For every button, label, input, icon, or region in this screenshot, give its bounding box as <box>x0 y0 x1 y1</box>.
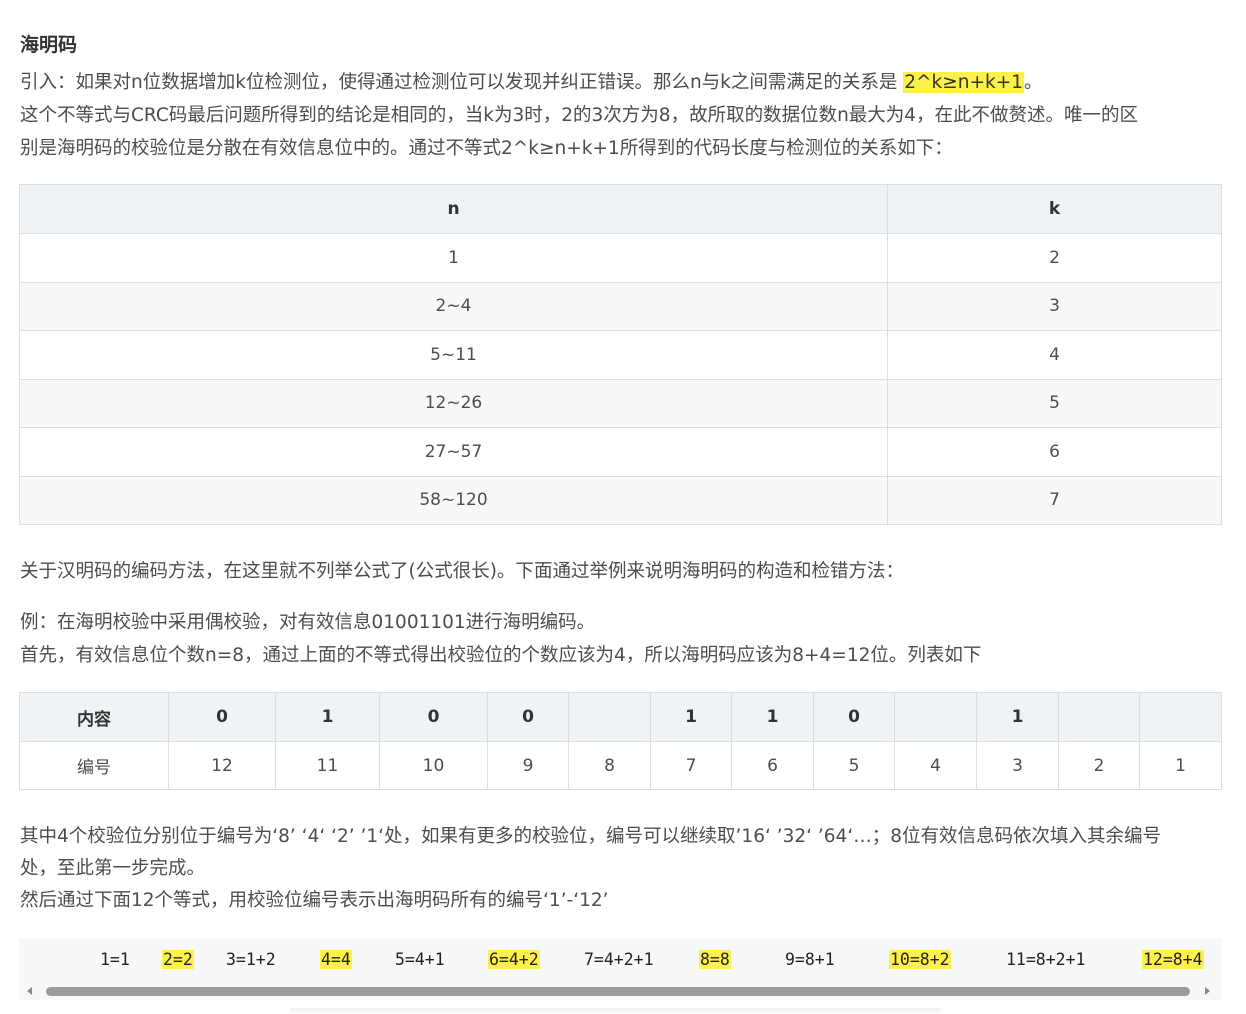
column-header-n: n <box>19 184 888 234</box>
number-cell: 1 <box>1139 741 1222 790</box>
equation-highlighted: 8=8 <box>699 950 731 969</box>
hamming-layout-table: 内容 0 1 0 0 1 1 0 1 编号 12 11 10 9 8 7 6 5… <box>19 692 1222 790</box>
table-header-row: n k <box>19 184 1222 234</box>
intro-suffix: 。 <box>1023 72 1043 93</box>
cell-n: 5~11 <box>19 330 888 380</box>
code-block: 1=1 2=2 3=1+2 4=4 5=4+1 6=4+2 7=4+2+1 8=… <box>19 938 1222 1000</box>
row-header-number: 编号 <box>19 741 169 790</box>
cell-k: 6 <box>887 427 1222 477</box>
content-cell: 0 <box>813 692 895 742</box>
number-row: 编号 12 11 10 9 8 7 6 5 4 3 2 1 <box>19 741 1222 790</box>
content-cell: 1 <box>976 692 1059 742</box>
content-cell <box>568 692 651 742</box>
intro-paragraph: 引入：如果对n位数据增加k位检测位，使得通过检测位可以发现并纠正错误。那么n与k… <box>20 66 1230 99</box>
number-cell: 2 <box>1058 741 1140 790</box>
number-cell: 6 <box>731 741 814 790</box>
cell-k: 2 <box>887 233 1222 283</box>
equation: 7=4+2+1 <box>584 950 654 969</box>
equation: 5=4+1 <box>395 950 445 969</box>
cell-k: 7 <box>887 475 1222 525</box>
intro-formula-highlight: 2^k≥n+k+1 <box>903 72 1024 93</box>
content-cell <box>1058 692 1140 742</box>
cell-n: 12~26 <box>19 378 888 428</box>
crc-comparison-line1: 这个不等式与CRC码最后问题所得到的结论是相同的，当k为3时，2的3次方为8，故… <box>20 105 1139 126</box>
number-cell: 10 <box>379 741 488 790</box>
equation: 1=1 <box>100 950 130 969</box>
table-row: 58~120 7 <box>19 475 1222 525</box>
number-cell: 8 <box>568 741 651 790</box>
table-row: 27~57 6 <box>19 427 1222 477</box>
number-cell: 4 <box>894 741 977 790</box>
number-cell: 5 <box>813 741 895 790</box>
cell-k: 5 <box>887 378 1222 428</box>
bottom-fade <box>290 1008 940 1014</box>
content-cell: 0 <box>487 692 569 742</box>
row-header-content: 内容 <box>19 692 169 742</box>
cell-n: 2~4 <box>19 281 888 331</box>
horizontal-scrollbar[interactable] <box>19 985 1222 999</box>
table-row: 5~11 4 <box>19 330 1222 380</box>
content-cell: 1 <box>650 692 732 742</box>
check-bit-positions-line2: 处，至此第一步完成。 <box>20 858 206 879</box>
number-cell: 9 <box>487 741 569 790</box>
number-cell: 3 <box>976 741 1059 790</box>
equation: 3=1+2 <box>226 950 276 969</box>
equation: 9=8+1 <box>785 950 835 969</box>
cell-k: 4 <box>887 330 1222 380</box>
section-heading: 海明码 <box>20 34 78 56</box>
number-cell: 7 <box>650 741 732 790</box>
equation: 11=8+2+1 <box>1006 950 1086 969</box>
equation-highlighted: 10=8+2 <box>889 950 951 969</box>
n-k-relation-table: n k 1 2 2~4 3 5~11 4 12~26 5 27~57 6 58~… <box>19 184 1222 525</box>
equation-highlighted: 2=2 <box>162 950 194 969</box>
example-line1: 例：在海明校验中采用偶校验，对有效信息01001101进行海明编码。 <box>20 612 596 633</box>
equation-highlighted: 6=4+2 <box>488 950 540 969</box>
encoding-method-paragraph: 关于汉明码的编码方法，在这里就不列举公式了(公式很长)。下面通过举例来说明海明码… <box>20 561 904 582</box>
content-cell: 0 <box>379 692 488 742</box>
cell-n: 58~120 <box>19 475 888 525</box>
content-row: 内容 0 1 0 0 1 1 0 1 <box>19 692 1222 742</box>
content-cell: 1 <box>731 692 814 742</box>
table-row: 12~26 5 <box>19 378 1222 428</box>
example-line2: 首先，有效信息位个数n=8，通过上面的不等式得出校验位的个数应该为4，所以海明码… <box>20 645 982 666</box>
equations-line: 1=1 2=2 3=1+2 4=4 5=4+1 6=4+2 7=4+2+1 8=… <box>19 948 1222 974</box>
equation-highlighted: 12=8+4 <box>1142 950 1204 969</box>
intro-text: 引入：如果对n位数据增加k位检测位，使得通过检测位可以发现并纠正错误。那么n与k… <box>20 72 898 93</box>
number-cell: 11 <box>275 741 380 790</box>
cell-n: 27~57 <box>19 427 888 477</box>
content-cell <box>894 692 977 742</box>
column-header-k: k <box>887 184 1222 234</box>
table-row: 1 2 <box>19 233 1222 283</box>
cell-n: 1 <box>19 233 888 283</box>
scroll-right-arrow-icon[interactable] <box>1205 987 1210 995</box>
cell-k: 3 <box>887 281 1222 331</box>
check-bit-positions-line1: 其中4个校验位分别位于编号为‘8’ ‘4‘ ‘2’ ’1‘处，如果有更多的校验位… <box>20 826 1161 847</box>
scroll-left-arrow-icon[interactable] <box>27 987 32 995</box>
content-cell: 1 <box>275 692 380 742</box>
scrollbar-thumb[interactable] <box>46 987 1190 996</box>
number-cell: 12 <box>168 741 276 790</box>
crc-comparison-line2: 别是海明码的校验位是分散在有效信息位中的。通过不等式2^k≥n+k+1所得到的代… <box>20 138 953 159</box>
table-row: 2~4 3 <box>19 281 1222 331</box>
equations-intro: 然后通过下面12个等式，用校验位编号表示出海明码所有的编号‘1’-‘12’ <box>20 890 609 911</box>
content-cell <box>1139 692 1222 742</box>
content-cell: 0 <box>168 692 276 742</box>
equation-highlighted: 4=4 <box>320 950 352 969</box>
